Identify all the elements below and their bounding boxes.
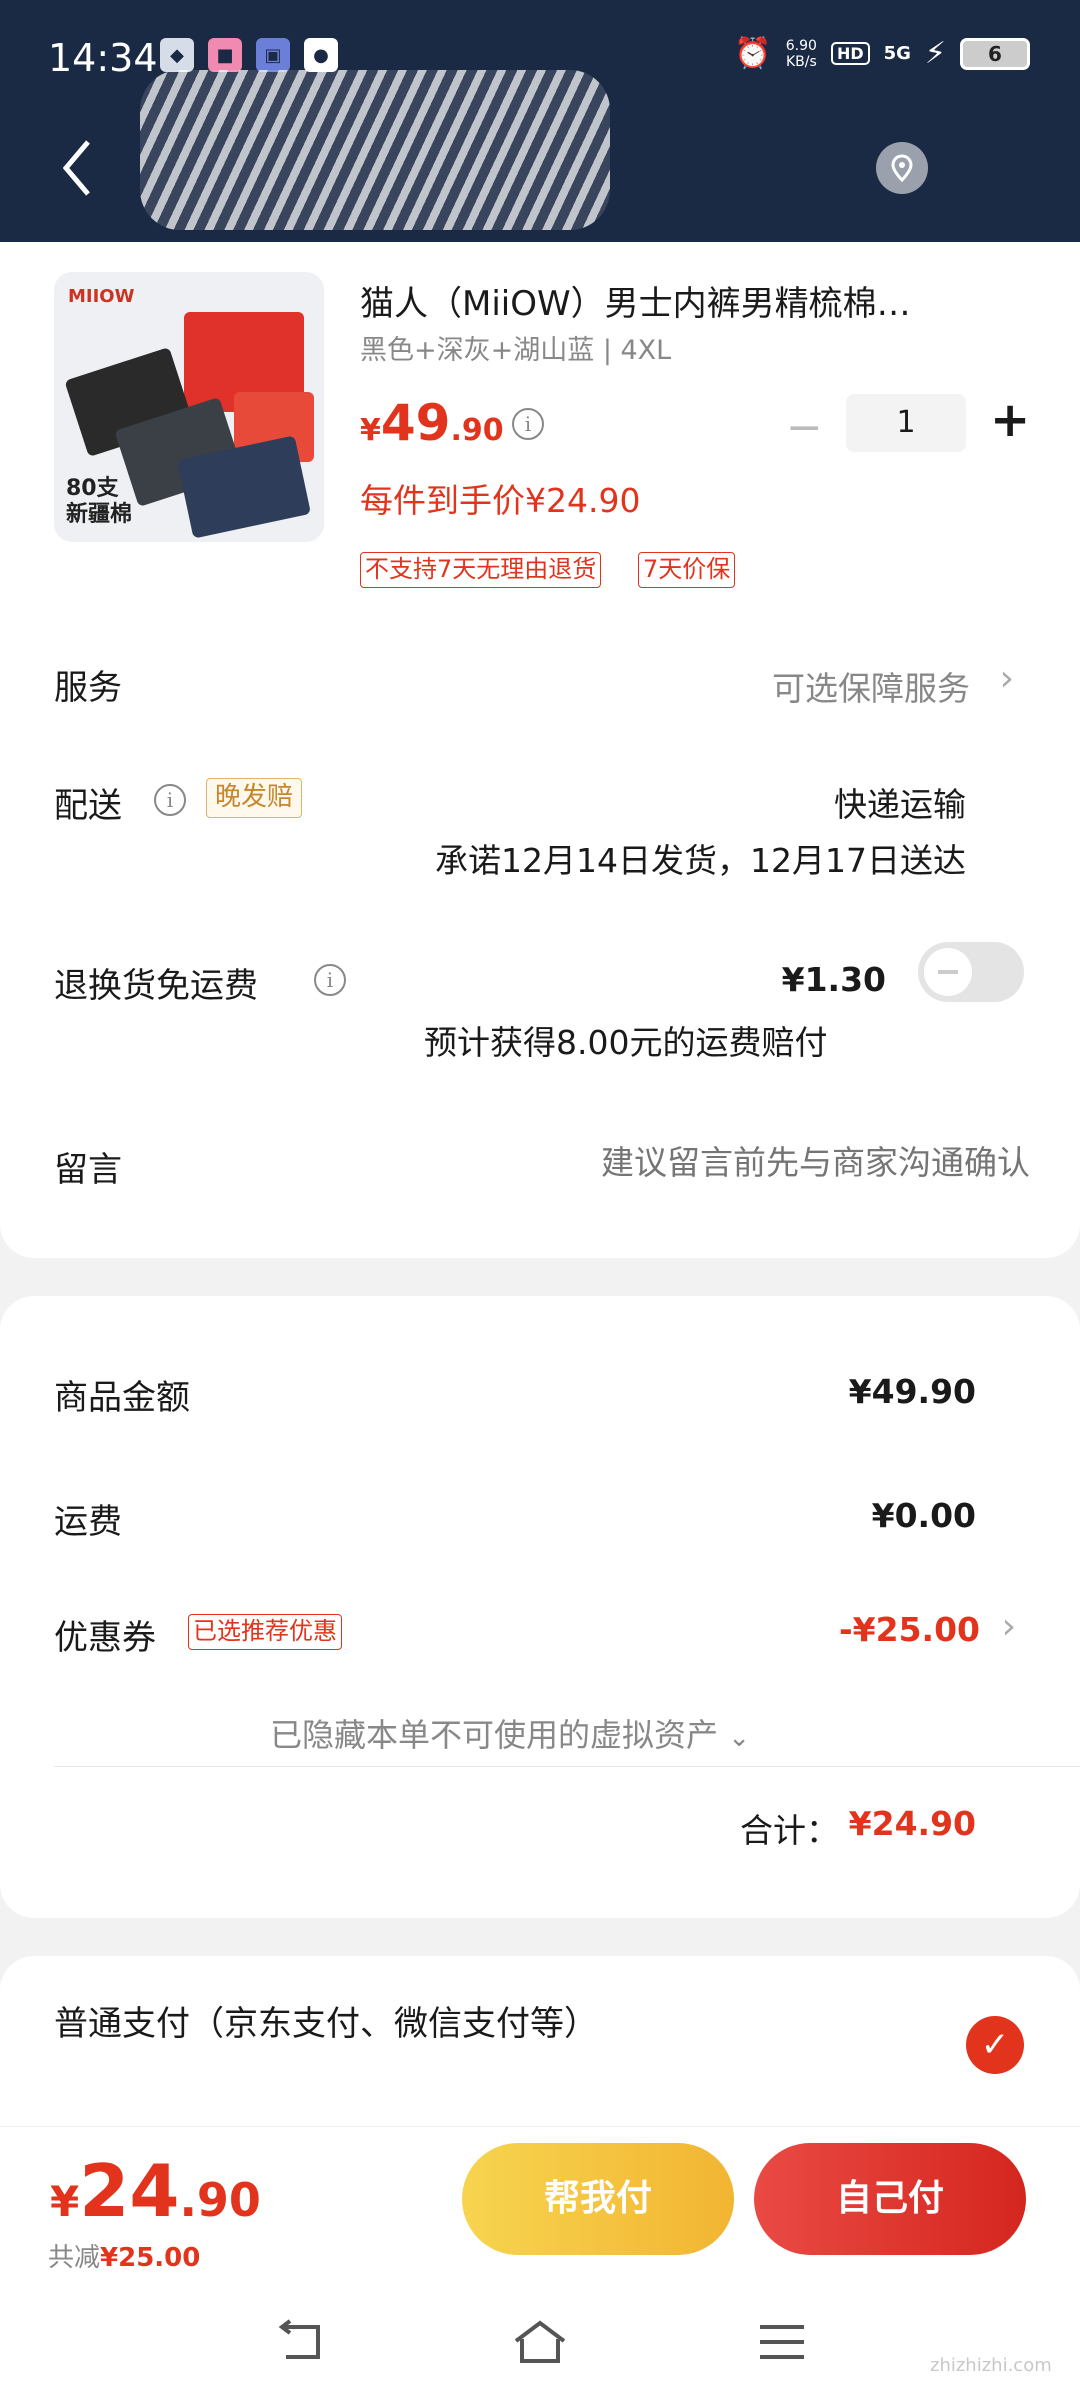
chevron-down-icon: ⌄ xyxy=(728,1723,750,1753)
delivery-promise: 承诺12月14日发货，12月17日送达 xyxy=(435,841,966,880)
status-time: 14:34 xyxy=(48,36,158,80)
price-int: 49 xyxy=(380,394,451,452)
app-notification-icon: ◆ xyxy=(160,38,194,72)
shipping-fee-label: 运费 xyxy=(54,1502,122,1542)
net-speed-unit: KB/s xyxy=(785,53,817,70)
goods-amount-label: 商品金额 xyxy=(54,1378,190,1418)
return-shipping-price: ¥1.30 xyxy=(781,960,886,999)
app-notification-icon: ■ xyxy=(208,38,242,72)
status-indicators: ⏰ 6.90 KB/s HD 5G ⚡ 6 xyxy=(734,36,1030,71)
quantity-decrease-button[interactable]: − xyxy=(786,402,823,453)
service-label: 服务 xyxy=(54,668,122,708)
hidden-assets-text: 已隐藏本单不可使用的虚拟资产 xyxy=(270,1716,719,1754)
toggle-knob xyxy=(924,948,972,996)
price-currency: ¥ xyxy=(360,413,381,448)
divider xyxy=(54,1766,1080,1767)
normal-payment-option[interactable]: 普通支付（京东支付、微信支付等） xyxy=(54,1996,598,2045)
net-speed: 6.90 KB/s xyxy=(786,38,817,70)
shipping-fee-value: ¥0.00 xyxy=(871,1496,976,1535)
delivery-label: 配送 xyxy=(54,786,122,826)
net-speed-value: 6.90 xyxy=(785,37,817,54)
price-info-icon[interactable]: i xyxy=(512,408,544,440)
product-image-brand: MIIOW xyxy=(68,286,135,307)
delivery-method[interactable]: 快递运输 xyxy=(834,778,966,826)
chevron-right-icon[interactable]: › xyxy=(1002,1606,1016,1647)
nav-home-icon[interactable] xyxy=(510,2317,570,2367)
savings-text: 共减¥25.00 xyxy=(48,2237,200,2274)
quantity-input[interactable]: 1 xyxy=(846,394,966,452)
checkout-total: ¥24.90 xyxy=(50,2149,261,2233)
location-button[interactable] xyxy=(876,142,928,194)
order-detail-card: MIIOW 80支 新疆棉 猫人（MiiOW）男士内裤男精梳棉… 黑色+深灰+湖… xyxy=(0,242,1080,1258)
help-me-pay-button[interactable]: 帮我付 xyxy=(462,2143,734,2255)
savings-label: 共减 xyxy=(48,2243,101,2273)
return-shipping-info-icon[interactable]: i xyxy=(314,964,346,996)
total-currency: ¥ xyxy=(50,2177,80,2226)
no-return-tag: 不支持7天无理由退货 xyxy=(360,552,602,588)
app-notification-icon: ▣ xyxy=(256,38,290,72)
coupon-label: 优惠券 xyxy=(54,1618,156,1658)
product-image[interactable]: MIIOW 80支 新疆棉 xyxy=(54,272,324,542)
hd-icon: HD xyxy=(830,42,870,65)
message-input[interactable] xyxy=(470,1134,1030,1190)
status-app-icons: ◆ ■ ▣ ● xyxy=(160,38,338,72)
checkmark-icon[interactable]: ✓ xyxy=(966,2016,1024,2074)
signal-icon: 5G xyxy=(883,43,911,64)
total-int: 24 xyxy=(79,2149,180,2233)
total-value: ¥24.90 xyxy=(848,1804,976,1843)
back-button[interactable] xyxy=(58,138,98,198)
chevron-right-icon[interactable]: › xyxy=(1000,658,1014,699)
late-compensation-badge: 晚发赔 xyxy=(206,778,303,818)
total-dec: .90 xyxy=(179,2173,261,2227)
battery-icon: 6 xyxy=(960,37,1030,70)
nav-menu-icon[interactable] xyxy=(752,2317,812,2367)
redacted-address-scribble xyxy=(140,70,610,230)
chevron-left-icon xyxy=(62,140,90,196)
delivery-info-icon[interactable]: i xyxy=(154,784,186,816)
watermark-text: zhizhizhi.com xyxy=(930,2355,1052,2376)
nav-back-icon[interactable] xyxy=(270,2317,330,2367)
product-title[interactable]: 猫人（MiiOW）男士内裤男精梳棉… xyxy=(360,276,1010,325)
goods-amount-value: ¥49.90 xyxy=(848,1372,976,1411)
product-spec[interactable]: 黑色+深灰+湖山蓝 | 4XL xyxy=(360,328,671,367)
message-label: 留言 xyxy=(54,1150,122,1190)
price-dec: .90 xyxy=(450,413,504,448)
price-protect-tag: 7天价保 xyxy=(638,552,736,588)
app-notification-icon: ● xyxy=(304,38,338,72)
caption-line-2: 新疆棉 xyxy=(66,502,133,527)
coupon-value[interactable]: -¥25.00 xyxy=(839,1610,980,1649)
return-shipping-note: 预计获得8.00元的运费赔付 xyxy=(424,1023,828,1062)
location-pin-icon xyxy=(891,154,913,183)
product-price: ¥49.90 xyxy=(360,394,504,452)
service-value[interactable]: 可选保障服务 xyxy=(772,662,970,710)
charging-icon: ⚡ xyxy=(924,36,946,71)
total-label: 合计： xyxy=(740,1811,839,1850)
return-shipping-toggle[interactable] xyxy=(918,942,1024,1002)
alarm-icon: ⏰ xyxy=(734,36,772,71)
coupon-recommended-badge: 已选推荐优惠 xyxy=(188,1614,342,1650)
return-shipping-label: 退换货免运费 xyxy=(54,966,258,1006)
payment-method-card: 普通支付（京东支付、微信支付等） ✓ xyxy=(0,1956,1080,2126)
unit-price: 每件到手价¥24.90 xyxy=(360,481,641,520)
checkout-bar: ¥24.90 共减¥25.00 帮我付 自己付 xyxy=(0,2126,1080,2400)
caption-line-1: 80支 xyxy=(66,476,119,501)
product-image-caption: 80支 新疆棉 xyxy=(66,476,132,528)
price-summary-card: 商品金额 ¥49.90 运费 ¥0.00 优惠券 已选推荐优惠 -¥25.00 … xyxy=(0,1296,1080,1918)
pay-myself-button[interactable]: 自己付 xyxy=(754,2143,1026,2255)
savings-value: ¥25.00 xyxy=(100,2243,201,2273)
hidden-assets-toggle[interactable]: 已隐藏本单不可使用的虚拟资产 ⌄ xyxy=(270,1710,750,1756)
quantity-increase-button[interactable]: + xyxy=(990,392,1030,448)
top-header: 14:34 ◆ ■ ▣ ● ⏰ 6.90 KB/s HD 5G ⚡ 6 xyxy=(0,0,1080,242)
